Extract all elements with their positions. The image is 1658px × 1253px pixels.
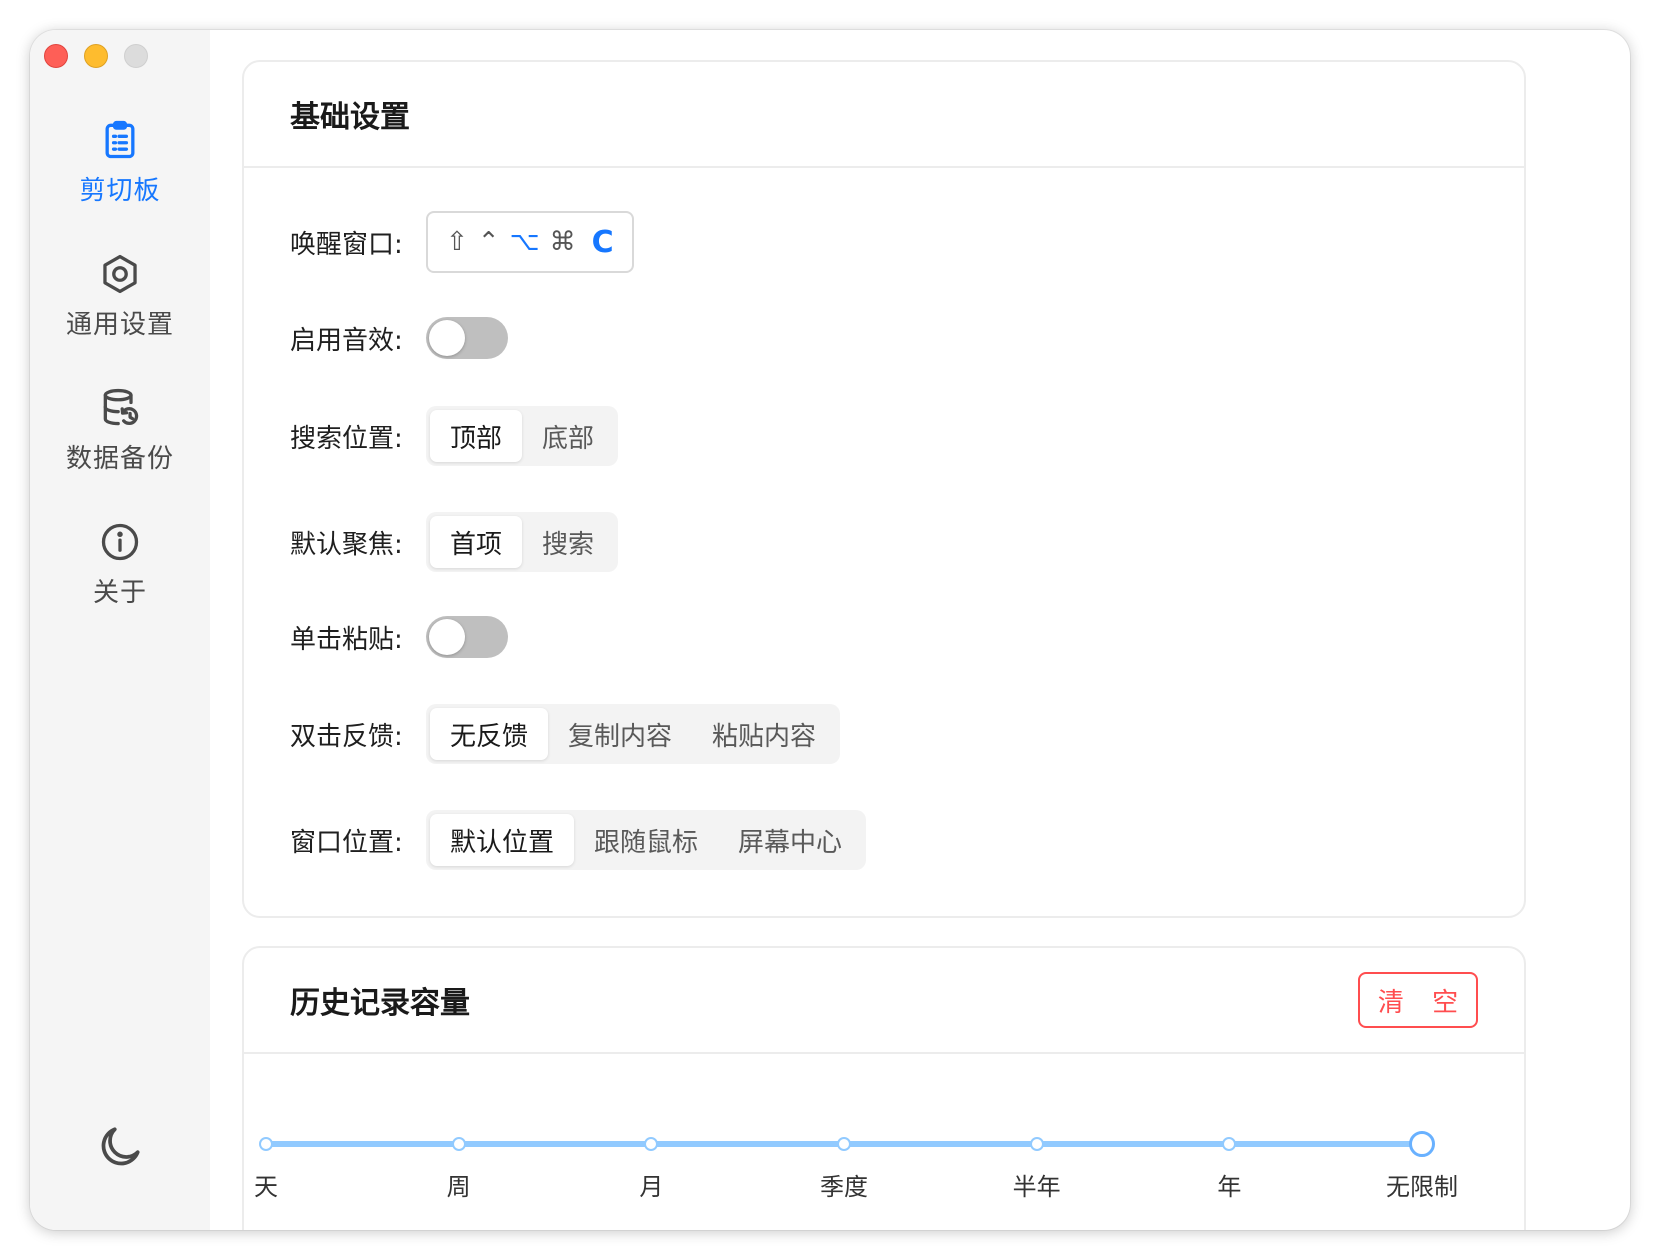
slider-step-dot	[837, 1137, 851, 1151]
single-click-paste-label: 单击粘贴:	[290, 624, 403, 655]
window-position-option-screen-center[interactable]: 屏幕中心	[718, 814, 862, 866]
card-title: 基础设置	[290, 100, 410, 135]
clipboard-icon	[105, 120, 135, 159]
sound-label: 启用音效:	[290, 325, 403, 356]
window-controls	[44, 44, 148, 68]
slider-step-dot	[1029, 1137, 1044, 1151]
double-click-segmented: 无反馈 复制内容 粘贴内容	[426, 704, 841, 764]
default-focus-option-first[interactable]: 首项	[430, 516, 523, 568]
wake-window-label: 唤醒窗口:	[290, 229, 403, 260]
double-click-option-paste[interactable]: 粘贴内容	[692, 708, 836, 760]
slider-mark-label[interactable]: 周	[447, 1167, 471, 1202]
slider-step-dot	[451, 1137, 466, 1151]
history-capacity-header: 历史记录容量 清 空	[244, 948, 1524, 1054]
window-position-label: 窗口位置:	[290, 827, 403, 858]
shortcut-letter: C	[591, 224, 614, 260]
slider-mark-label[interactable]: 天	[254, 1167, 278, 1202]
basic-settings-header: 基础设置	[244, 62, 1524, 168]
default-focus-label: 默认聚焦:	[290, 529, 403, 560]
window-position-option-default[interactable]: 默认位置	[430, 814, 575, 866]
minimize-window-button[interactable]	[84, 44, 108, 68]
database-backup-icon	[103, 388, 139, 426]
single-click-paste-toggle[interactable]	[426, 616, 508, 658]
main-content: 基础设置 唤醒窗口: ⇧ ⌃ ⌥ ⌘ C 启用音效: 搜索位置: 顶部 底部 默…	[210, 30, 1630, 1230]
moon-icon[interactable]	[95, 1122, 145, 1172]
search-position-option-top[interactable]: 顶部	[430, 410, 523, 462]
toggle-knob	[429, 619, 465, 655]
single-click-paste-row: 单击粘贴:	[290, 616, 508, 658]
slider-handle[interactable]	[1409, 1131, 1435, 1157]
search-position-row: 搜索位置: 顶部 底部	[290, 406, 619, 466]
slider-mark-label[interactable]: 无限制	[1386, 1167, 1458, 1202]
control-key-icon: ⌃	[477, 227, 500, 257]
close-window-button[interactable]	[44, 44, 68, 68]
slider-step-dot	[259, 1137, 273, 1151]
zoom-window-button[interactable]	[124, 44, 148, 68]
basic-settings-card: 基础设置 唤醒窗口: ⇧ ⌃ ⌥ ⌘ C 启用音效: 搜索位置: 顶部 底部 默…	[242, 60, 1526, 918]
slider-step-dot	[1222, 1137, 1237, 1151]
slider-mark-label[interactable]: 季度	[820, 1167, 868, 1202]
window-position-option-follow-mouse[interactable]: 跟随鼠标	[574, 814, 718, 866]
command-key-icon: ⌘	[549, 227, 576, 257]
window-position-row: 窗口位置: 默认位置 跟随鼠标 屏幕中心	[290, 810, 867, 870]
slider-mark-label[interactable]: 半年	[1013, 1167, 1061, 1202]
search-position-segmented: 顶部 底部	[426, 406, 619, 466]
app-window: 剪切板 通用设置 数据备份 关于 基础设置 唤醒窗口: ⇧ ⌃ ⌥ ⌘ C 启用…	[30, 30, 1630, 1230]
slider-step-dot	[644, 1137, 659, 1151]
default-focus-row: 默认聚焦: 首项 搜索	[290, 512, 619, 572]
sidebar-item-about[interactable]: 关于	[30, 520, 210, 609]
double-click-label: 双击反馈:	[290, 721, 403, 752]
history-capacity-slider[interactable]: 天 周 月 季度 半年 年 无限制	[254, 1125, 1458, 1201]
info-circle-icon	[101, 523, 139, 561]
default-focus-option-search[interactable]: 搜索	[522, 516, 614, 568]
sidebar-item-label: 数据备份	[65, 444, 174, 474]
settings-hexagon-icon	[103, 254, 137, 294]
history-capacity-card: 历史记录容量 清 空	[242, 946, 1526, 1230]
slider-mark-label[interactable]: 年	[1217, 1167, 1241, 1202]
double-click-row: 双击反馈: 无反馈 复制内容 粘贴内容	[290, 704, 841, 764]
window-position-segmented: 默认位置 跟随鼠标 屏幕中心	[426, 810, 867, 870]
wake-window-row: 唤醒窗口: ⇧ ⌃ ⌥ ⌘ C	[290, 211, 634, 273]
sidebar-item-label: 通用设置	[65, 310, 174, 340]
double-click-option-copy[interactable]: 复制内容	[548, 708, 692, 760]
slider-mark-label[interactable]: 月	[639, 1167, 663, 1202]
sidebar-item-general[interactable]: 通用设置	[30, 252, 210, 341]
card-title: 历史记录容量	[290, 986, 470, 1021]
sidebar-item-label: 关于	[92, 578, 147, 608]
sidebar-item-label: 剪切板	[79, 176, 161, 206]
default-focus-segmented: 首项 搜索	[426, 512, 619, 572]
shift-key-icon: ⇧	[446, 227, 468, 257]
toggle-knob	[429, 320, 465, 356]
search-position-option-bottom[interactable]: 底部	[522, 410, 614, 462]
sound-toggle[interactable]	[426, 317, 508, 359]
option-key-icon: ⌥	[509, 227, 540, 257]
double-click-option-none[interactable]: 无反馈	[430, 708, 549, 760]
sidebar: 剪切板 通用设置 数据备份 关于	[30, 30, 210, 1230]
sidebar-item-backup[interactable]: 数据备份	[30, 386, 210, 475]
sidebar-item-clipboard[interactable]: 剪切板	[30, 118, 210, 207]
sound-row: 启用音效:	[290, 317, 508, 359]
shortcut-recorder[interactable]: ⇧ ⌃ ⌥ ⌘ C	[426, 211, 634, 273]
search-position-label: 搜索位置:	[290, 423, 403, 454]
clear-history-button[interactable]: 清 空	[1358, 972, 1478, 1028]
